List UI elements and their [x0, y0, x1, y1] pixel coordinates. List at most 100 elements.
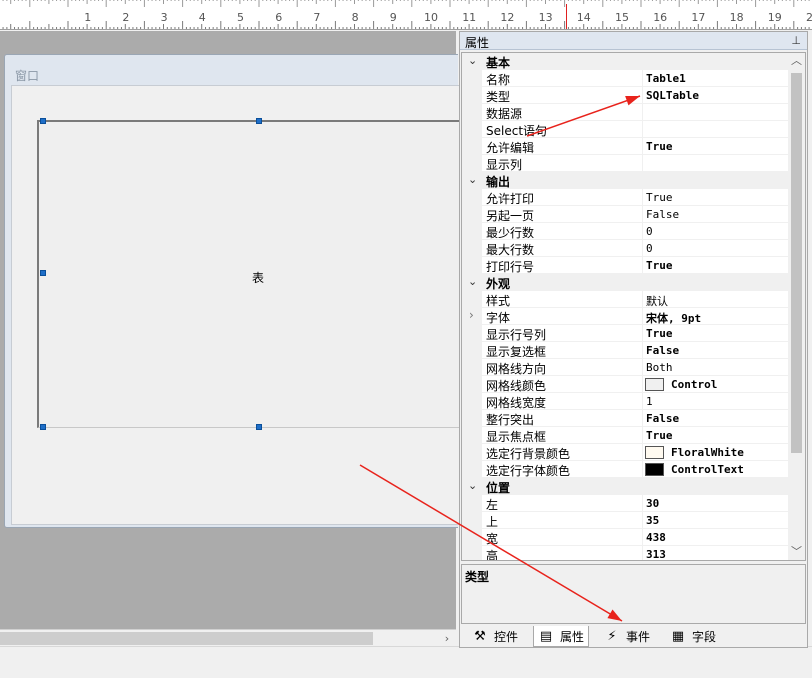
- property-row[interactable]: 显示复选框 False: [462, 342, 790, 359]
- property-row[interactable]: 允许编辑 True: [462, 138, 790, 155]
- property-row[interactable]: 类型 SQLTable: [462, 87, 790, 104]
- tab-property-page[interactable]: ▤ 属性: [533, 626, 590, 647]
- tab-label: 控件: [494, 630, 519, 644]
- property-grid[interactable]: ⌄ 基本 名称 Table1 类型 SQLTable 数据源 Select语句 允许编辑 True…: [461, 52, 806, 561]
- description-area: 类型: [461, 564, 806, 624]
- scroll-up-icon[interactable]: ︿: [788, 53, 805, 69]
- lightning-icon: ⚡: [607, 629, 617, 644]
- property-row[interactable]: Select语句: [462, 121, 790, 138]
- property-row[interactable]: 最大行数 0: [462, 240, 790, 257]
- property-value[interactable]: Table1: [646, 72, 686, 85]
- property-value[interactable]: True: [646, 259, 673, 272]
- row-gutter: [462, 359, 482, 376]
- ruler-number: 6: [275, 11, 283, 24]
- horizontal-scrollbar[interactable]: ›: [0, 629, 456, 646]
- horizontal-scroll-thumb[interactable]: [0, 632, 373, 645]
- category-label: 输出: [486, 175, 511, 189]
- resize-handle-bottom[interactable]: [256, 424, 262, 430]
- property-value[interactable]: True: [646, 429, 673, 442]
- property-value[interactable]: 438: [646, 531, 666, 544]
- tab-label: 属性: [560, 629, 585, 644]
- property-value[interactable]: False: [646, 412, 679, 425]
- pin-icon[interactable]: ⊥: [791, 34, 801, 47]
- property-row[interactable]: 打印行号 True: [462, 257, 790, 274]
- property-row[interactable]: › 字体 宋体, 9pt: [462, 308, 790, 325]
- property-row[interactable]: 整行突出 False: [462, 410, 790, 427]
- collapse-chevron-icon[interactable]: ⌄: [468, 275, 477, 288]
- resize-handle-left[interactable]: [40, 270, 46, 276]
- property-row[interactable]: 允许打印 True: [462, 189, 790, 206]
- property-row[interactable]: 显示焦点框 True: [462, 427, 790, 444]
- category-row[interactable]: ⌄ 外观: [462, 274, 790, 291]
- property-row[interactable]: 样式 默认: [462, 291, 790, 308]
- property-value[interactable]: 35: [646, 514, 659, 527]
- category-row[interactable]: ⌄ 基本: [462, 53, 790, 70]
- property-row[interactable]: 网格线宽度 1: [462, 393, 790, 410]
- collapse-chevron-icon[interactable]: ⌄: [468, 173, 477, 186]
- collapse-chevron-icon[interactable]: ⌄: [468, 479, 477, 492]
- row-gutter: [462, 121, 482, 138]
- ruler-number: 10: [424, 11, 438, 24]
- category-row[interactable]: ⌄ 位置: [462, 478, 790, 495]
- property-value[interactable]: 0: [646, 242, 653, 255]
- property-value[interactable]: 30: [646, 497, 659, 510]
- ruler-number: 15: [615, 11, 629, 24]
- resize-handle-top-left[interactable]: [40, 118, 46, 124]
- property-value[interactable]: False: [646, 208, 679, 221]
- property-row[interactable]: 数据源: [462, 104, 790, 121]
- property-value[interactable]: 宋体, 9pt: [646, 310, 701, 326]
- column-separator: [642, 121, 643, 138]
- row-gutter: [462, 240, 482, 257]
- property-row[interactable]: 选定行字体颜色 ControlText: [462, 461, 790, 478]
- column-separator: [642, 70, 643, 87]
- row-gutter: [462, 257, 482, 274]
- property-row[interactable]: 网格线方向 Both: [462, 359, 790, 376]
- row-gutter: [462, 70, 482, 87]
- property-row[interactable]: 最少行数 0: [462, 223, 790, 240]
- property-row[interactable]: 宽 438: [462, 529, 790, 546]
- category-row[interactable]: ⌄ 输出: [462, 172, 790, 189]
- form-title: 窗口: [15, 69, 40, 83]
- property-row[interactable]: 高 313: [462, 546, 790, 560]
- collapse-chevron-icon[interactable]: ⌄: [468, 54, 477, 67]
- table-control[interactable]: 表: [37, 120, 459, 428]
- design-canvas[interactable]: 窗口 表: [0, 31, 459, 629]
- column-separator: [642, 342, 643, 359]
- property-row[interactable]: 网格线颜色 Control: [462, 376, 790, 393]
- tab-tools[interactable]: ⚒ 控件: [468, 626, 522, 647]
- property-row[interactable]: 显示列: [462, 155, 790, 172]
- property-row[interactable]: 选定行背景颜色 FloralWhite: [462, 444, 790, 461]
- property-row[interactable]: 上 35: [462, 512, 790, 529]
- property-value[interactable]: FloralWhite: [671, 446, 744, 459]
- column-separator: [642, 189, 643, 206]
- property-value[interactable]: Both: [646, 361, 673, 374]
- resize-handle-bottom-left[interactable]: [40, 424, 46, 430]
- resize-handle-top[interactable]: [256, 118, 262, 124]
- scroll-down-icon[interactable]: ﹀: [788, 544, 805, 560]
- ruler-position-marker: [566, 4, 567, 29]
- property-value[interactable]: SQLTable: [646, 89, 699, 102]
- property-value[interactable]: False: [646, 344, 679, 357]
- property-value[interactable]: 1: [646, 395, 653, 408]
- vertical-scroll-thumb[interactable]: [791, 73, 802, 453]
- expand-chevron-icon[interactable]: ›: [469, 308, 474, 322]
- scroll-right-arrow-icon[interactable]: ›: [440, 630, 454, 647]
- vertical-scrollbar[interactable]: ︿ ﹀: [788, 53, 805, 560]
- category-label: 基本: [486, 56, 511, 70]
- tab-field-list[interactable]: ▦ 字段: [666, 626, 720, 647]
- property-value[interactable]: 0: [646, 225, 653, 238]
- property-value[interactable]: True: [646, 327, 673, 340]
- property-value[interactable]: True: [646, 140, 673, 153]
- property-value[interactable]: Control: [671, 378, 717, 391]
- row-gutter: [462, 495, 482, 512]
- property-value[interactable]: ControlText: [671, 463, 744, 476]
- property-value[interactable]: 默认: [646, 293, 668, 309]
- property-row[interactable]: 显示行号列 True: [462, 325, 790, 342]
- tab-lightning[interactable]: ⚡ 事件: [600, 626, 654, 647]
- property-row[interactable]: 名称 Table1: [462, 70, 790, 87]
- property-row[interactable]: 左 30: [462, 495, 790, 512]
- property-value[interactable]: 313: [646, 548, 666, 560]
- property-value[interactable]: True: [646, 191, 673, 204]
- tab-label: 字段: [692, 630, 717, 644]
- property-row[interactable]: 另起一页 False: [462, 206, 790, 223]
